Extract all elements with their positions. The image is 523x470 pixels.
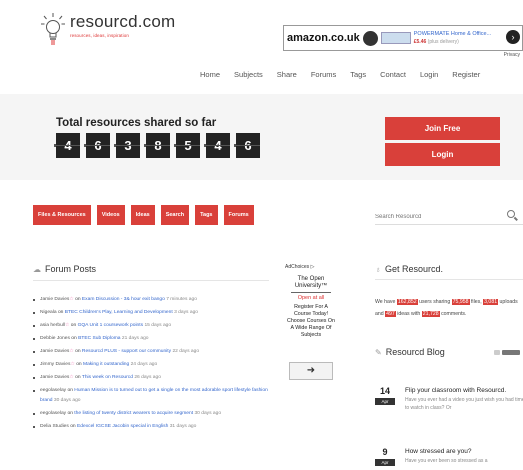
adchoices-label[interactable]: AdChoices ▷ <box>285 264 314 270</box>
list-item: eegolaselay on Human Mission is to turne… <box>33 386 273 406</box>
counter-digit: 4 <box>54 133 80 158</box>
list-item: Debbie Jones on BTEC Sub Diploma 21 days… <box>33 334 273 344</box>
stat-comments: 21,728 <box>421 311 440 317</box>
star-icon: ☆ <box>69 297 74 302</box>
resource-counter: 4 6 3 8 5 4 6 <box>54 133 266 158</box>
chat-icon: ☁ <box>33 264 41 274</box>
join-free-button[interactable]: Join Free <box>385 117 500 140</box>
counter-digit: 8 <box>144 133 170 158</box>
chevron-right-icon[interactable]: › <box>506 30 520 44</box>
files-resources-button[interactable]: Files & Resources <box>33 205 91 225</box>
nav-forums[interactable]: Forums <box>311 70 336 79</box>
videos-button[interactable]: Videos <box>96 205 125 225</box>
stat-users: 162,852 <box>396 299 418 305</box>
stat-files: 75,958 <box>451 299 470 305</box>
tags-button[interactable]: Tags <box>195 205 218 225</box>
ad-copy: Register For A Course Today! Choose Cour… <box>287 304 335 338</box>
blog-date: 14 Apr <box>375 386 395 405</box>
site-stats: We have 162,852 users sharing 75,958 fil… <box>375 299 518 317</box>
divider <box>375 279 523 280</box>
blog-excerpt: Have you ever had a video you just wish … <box>405 397 523 411</box>
list-item: asia herbull☆ on GQA Unit 1 coursework p… <box>33 321 273 331</box>
divider <box>33 280 269 281</box>
star-icon: ☆ <box>65 323 70 328</box>
star-icon: ☆ <box>70 362 75 367</box>
ad-price: £5.46 (plus delivery) <box>413 39 459 45</box>
forums-button[interactable]: Forums <box>223 205 254 225</box>
lightbulb-icon: ♁ <box>375 264 381 274</box>
list-item: Nigeala on BTEC Children's Play, Learnin… <box>33 308 273 318</box>
blog-title[interactable]: Flip your classroom with Resourcd. <box>405 386 523 396</box>
counter-title: Total resources shared so far <box>56 117 217 129</box>
stat-ideas: 497 <box>385 311 396 317</box>
nav-subjects[interactable]: Subjects <box>234 70 263 79</box>
list-item: eegolaselay on the listing of twenty dis… <box>33 409 273 419</box>
ad-logo: The Open University™ <box>294 276 328 289</box>
blog-date: 9 Apr <box>375 447 395 466</box>
search-button[interactable]: Search <box>160 205 190 225</box>
list-item: Jamie Davies☆ on Exam Discussion - 3& ho… <box>33 295 273 305</box>
counter-digit: 3 <box>114 133 140 158</box>
blog-excerpt: Have you ever been so stressed as a <box>405 458 488 464</box>
category-bar: Files & Resources Videos Ideas Search Ta… <box>33 205 260 225</box>
star-icon: ☆ <box>69 375 74 380</box>
counter-digit: 5 <box>174 133 200 158</box>
site-logo[interactable]: resourcd.com resources, ideas, inspirati… <box>40 12 175 46</box>
ad-open-text: Open at all <box>297 295 325 301</box>
list-item: Delia Studies on Edexcel IGCSE Jacobin s… <box>33 422 273 432</box>
forum-posts-heading: ☁ Forum Posts <box>33 264 97 274</box>
star-icon: ☆ <box>69 349 74 354</box>
forum-post-list: Jamie Davies☆ on Exam Discussion - 3& ho… <box>33 295 273 435</box>
search-box <box>375 205 523 225</box>
ideas-button[interactable]: Ideas <box>130 205 155 225</box>
nav-contact[interactable]: Contact <box>380 70 406 79</box>
counter-digit: 6 <box>84 133 110 158</box>
login-button[interactable]: Login <box>385 143 500 166</box>
carousel-dot-active[interactable] <box>502 350 520 355</box>
amazon-logo: amazon.co.uk <box>287 32 360 44</box>
site-tagline: resources, ideas, inspiration <box>70 33 129 38</box>
list-item: Jamie Davies☆ on This week on Resourcd 2… <box>33 373 273 383</box>
pencil-icon: ✎ <box>375 347 382 357</box>
nav-tags[interactable]: Tags <box>350 70 366 79</box>
ad-product-title[interactable]: POWERMATE Home & Office... <box>414 30 491 38</box>
camera-icon <box>362 30 378 46</box>
search-input[interactable] <box>375 214 485 220</box>
search-icon[interactable] <box>507 210 515 218</box>
lightbulb-icon <box>40 12 66 46</box>
list-item: Jamie Davies☆ on Resourcd PLUS - support… <box>33 347 273 357</box>
main-nav: Home Subjects Share Forums Tags Contact … <box>200 70 494 79</box>
blog-title[interactable]: How stressed are you? <box>405 447 523 457</box>
stat-uploads: 3,081 <box>483 299 499 305</box>
ad-privacy-link[interactable]: Privacy <box>504 52 520 58</box>
nav-register[interactable]: Register <box>452 70 480 79</box>
resourcd-blog-heading: ✎ Resourcd Blog <box>375 347 445 357</box>
nav-login[interactable]: Login <box>420 70 438 79</box>
carousel-dot[interactable] <box>494 350 500 355</box>
get-resourcd-heading: ♁ Get Resourcd. <box>375 264 444 274</box>
counter-digit: 6 <box>234 133 260 158</box>
divider <box>291 292 331 293</box>
counter-digit: 4 <box>204 133 230 158</box>
arrow-right-icon[interactable]: ➜ <box>289 362 333 380</box>
nav-share[interactable]: Share <box>277 70 297 79</box>
nav-home[interactable]: Home <box>200 70 220 79</box>
list-item: Jimmy Davies☆ on Making it outstanding 2… <box>33 360 273 370</box>
site-name: resourcd.com <box>70 12 176 31</box>
product-image <box>380 32 411 44</box>
amazon-ad-banner[interactable]: amazon.co.uk POWERMATE Home & Office... … <box>283 25 523 58</box>
